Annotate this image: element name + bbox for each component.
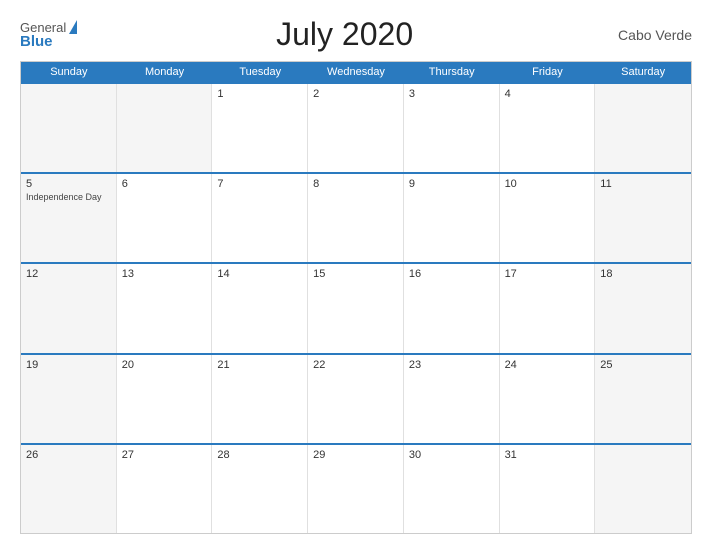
calendar-week-3: 12 13 14 15 16 17 18 bbox=[21, 262, 691, 352]
day-number: 7 bbox=[217, 178, 302, 190]
day-number: 28 bbox=[217, 449, 302, 461]
day-of-week-monday: Monday bbox=[117, 62, 213, 82]
calendar-cell: 24 bbox=[500, 355, 596, 443]
day-of-week-tuesday: Tuesday bbox=[212, 62, 308, 82]
calendar: SundayMondayTuesdayWednesdayThursdayFrid… bbox=[20, 61, 692, 534]
calendar-body: 12345Independence Day6789101112131415161… bbox=[21, 82, 691, 533]
day-number: 1 bbox=[217, 88, 302, 100]
calendar-cell: 8 bbox=[308, 174, 404, 262]
logo-triangle-icon bbox=[69, 20, 77, 34]
calendar-cell: 18 bbox=[595, 264, 691, 352]
calendar-cell: 16 bbox=[404, 264, 500, 352]
calendar-cell: 4 bbox=[500, 84, 596, 172]
calendar-cell: 6 bbox=[117, 174, 213, 262]
calendar-cell: 20 bbox=[117, 355, 213, 443]
day-number: 12 bbox=[26, 268, 111, 280]
day-number: 3 bbox=[409, 88, 494, 100]
day-number: 18 bbox=[600, 268, 686, 280]
day-number: 30 bbox=[409, 449, 494, 461]
day-of-week-saturday: Saturday bbox=[595, 62, 691, 82]
day-number: 2 bbox=[313, 88, 398, 100]
calendar-cell: 12 bbox=[21, 264, 117, 352]
day-number: 29 bbox=[313, 449, 398, 461]
calendar-cell: 25 bbox=[595, 355, 691, 443]
day-of-week-friday: Friday bbox=[500, 62, 596, 82]
day-number: 31 bbox=[505, 449, 590, 461]
calendar-week-2: 5 Independence Day 6789 10 11 bbox=[21, 172, 691, 262]
calendar-cell: 11 bbox=[595, 174, 691, 262]
day-number: 25 bbox=[600, 359, 686, 371]
logo-general-text: General bbox=[20, 21, 66, 34]
calendar-cell: 30 bbox=[404, 445, 500, 533]
calendar-cell: 3 bbox=[404, 84, 500, 172]
day-number: 19 bbox=[26, 359, 111, 371]
calendar-title: July 2020 bbox=[77, 16, 612, 53]
day-of-week-sunday: Sunday bbox=[21, 62, 117, 82]
calendar-cell: 5 Independence Day bbox=[21, 174, 117, 262]
calendar-cell bbox=[595, 84, 691, 172]
calendar-cell: 2 bbox=[308, 84, 404, 172]
calendar-event: Independence Day bbox=[26, 192, 111, 202]
day-number: 26 bbox=[26, 449, 111, 461]
calendar-cell: 15 bbox=[308, 264, 404, 352]
day-number: 9 bbox=[409, 178, 494, 190]
calendar-cell: 13 bbox=[117, 264, 213, 352]
calendar-cell bbox=[595, 445, 691, 533]
calendar-cell: 23 bbox=[404, 355, 500, 443]
day-of-week-thursday: Thursday bbox=[404, 62, 500, 82]
page: General Blue July 2020 Cabo Verde Sunday… bbox=[0, 0, 712, 550]
calendar-cell: 14 bbox=[212, 264, 308, 352]
calendar-cell bbox=[117, 84, 213, 172]
header: General Blue July 2020 Cabo Verde bbox=[20, 16, 692, 53]
day-number: 8 bbox=[313, 178, 398, 190]
calendar-cell: 27 bbox=[117, 445, 213, 533]
country-label: Cabo Verde bbox=[612, 27, 692, 43]
day-number: 21 bbox=[217, 359, 302, 371]
day-number: 17 bbox=[505, 268, 590, 280]
day-number: 10 bbox=[505, 178, 590, 190]
calendar-cell: 31 bbox=[500, 445, 596, 533]
day-number: 15 bbox=[313, 268, 398, 280]
calendar-cell: 21 bbox=[212, 355, 308, 443]
day-number: 22 bbox=[313, 359, 398, 371]
day-of-week-wednesday: Wednesday bbox=[308, 62, 404, 82]
logo-blue-text: Blue bbox=[20, 34, 53, 49]
calendar-cell: 19 bbox=[21, 355, 117, 443]
calendar-cell: 10 bbox=[500, 174, 596, 262]
calendar-header: SundayMondayTuesdayWednesdayThursdayFrid… bbox=[21, 62, 691, 82]
day-number: 14 bbox=[217, 268, 302, 280]
day-number: 6 bbox=[122, 178, 207, 190]
calendar-cell: 26 bbox=[21, 445, 117, 533]
day-number: 16 bbox=[409, 268, 494, 280]
calendar-cell: 29 bbox=[308, 445, 404, 533]
day-number: 20 bbox=[122, 359, 207, 371]
day-number: 11 bbox=[600, 178, 686, 190]
calendar-cell: 7 bbox=[212, 174, 308, 262]
day-number: 5 bbox=[26, 178, 111, 190]
calendar-week-5: 26 27 28 29 30 31 bbox=[21, 443, 691, 533]
day-number: 23 bbox=[409, 359, 494, 371]
day-number: 4 bbox=[505, 88, 590, 100]
calendar-cell: 9 bbox=[404, 174, 500, 262]
calendar-cell: 17 bbox=[500, 264, 596, 352]
calendar-cell: 22 bbox=[308, 355, 404, 443]
calendar-cell: 1 bbox=[212, 84, 308, 172]
day-number: 13 bbox=[122, 268, 207, 280]
day-number: 24 bbox=[505, 359, 590, 371]
calendar-week-1: 1234 bbox=[21, 82, 691, 172]
calendar-week-4: 19 20 21 22 23 24 25 bbox=[21, 353, 691, 443]
calendar-cell bbox=[21, 84, 117, 172]
calendar-cell: 28 bbox=[212, 445, 308, 533]
day-number: 27 bbox=[122, 449, 207, 461]
logo: General Blue bbox=[20, 20, 77, 49]
